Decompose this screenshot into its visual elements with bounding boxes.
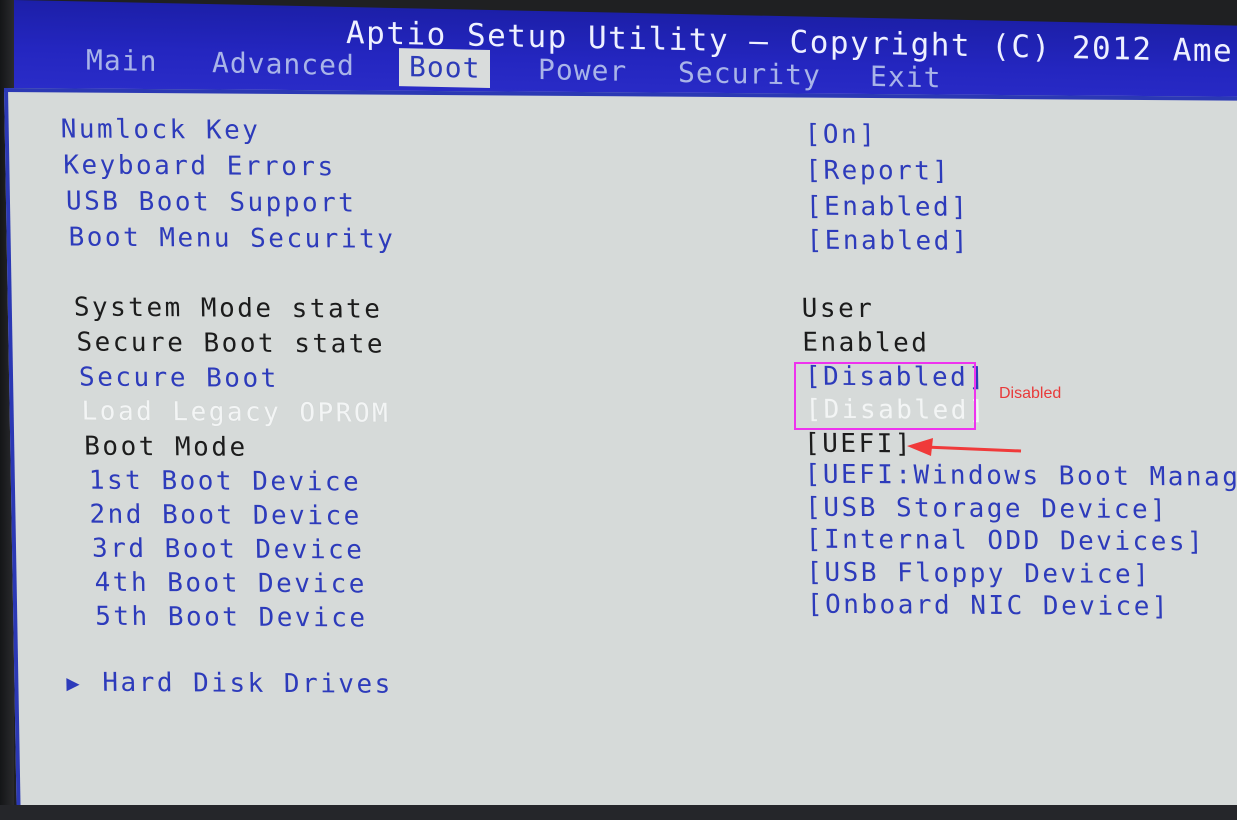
boot-device-5-value[interactable]: [Onboard NIC Device]: [807, 590, 1171, 623]
boot-device-1-value[interactable]: [UEFI:Windows Boot Manage: [804, 460, 1237, 493]
boot-settings-panel: Numlock Key Keyboard Errors USB Boot Sup…: [4, 88, 1237, 820]
system-mode-state-value: User: [801, 293, 875, 325]
boot-device-1-label[interactable]: 1st Boot Device: [89, 466, 362, 498]
boot-device-2-label[interactable]: 2nd Boot Device: [89, 500, 362, 532]
tab-exit[interactable]: Exit: [860, 58, 951, 98]
keyboard-errors-value[interactable]: [Report]: [805, 156, 951, 187]
tab-boot[interactable]: Boot: [399, 48, 491, 88]
tab-power[interactable]: Power: [528, 51, 637, 91]
numlock-key-label[interactable]: Numlock Key: [60, 114, 260, 145]
usb-boot-support-value[interactable]: [Enabled]: [806, 192, 970, 223]
numlock-key-value[interactable]: [On]: [804, 120, 877, 151]
tab-security[interactable]: Security: [668, 54, 831, 95]
annotation-arrow-icon: [907, 438, 1022, 456]
boot-mode-value[interactable]: [UEFI]: [804, 429, 913, 460]
boot-menu-security-label[interactable]: Boot Menu Security: [68, 222, 395, 254]
tab-advanced[interactable]: Advanced: [202, 44, 365, 85]
hard-disk-drives-link[interactable]: Hard Disk Drives: [102, 668, 393, 700]
keyboard-errors-label[interactable]: Keyboard Errors: [63, 150, 336, 182]
system-mode-state-label: System Mode state: [73, 292, 383, 325]
boot-device-4-value[interactable]: [USB Floppy Device]: [806, 558, 1151, 590]
bios-screen: Aptio Setup Utility – Copyright (C) 2012…: [0, 0, 1237, 820]
load-legacy-oprom-label: Load Legacy OPROM: [81, 396, 391, 429]
submenu-triangle-icon: ▶: [66, 671, 83, 697]
secure-boot-state-label: Secure Boot state: [76, 327, 386, 360]
boot-menu-security-value[interactable]: [Enabled]: [806, 226, 970, 257]
boot-device-2-value[interactable]: [USB Storage Device]: [805, 493, 1169, 526]
annotation-label: Disabled: [999, 385, 1062, 402]
boot-device-4-label[interactable]: 4th Boot Device: [94, 568, 367, 600]
secure-boot-state-value: Enabled: [802, 327, 930, 359]
monitor-bezel-bottom: [0, 805, 1237, 820]
boot-mode-label: Boot Mode: [83, 431, 248, 463]
boot-device-5-label[interactable]: 5th Boot Device: [95, 602, 368, 634]
annotation-highlight-box: [794, 362, 976, 430]
secure-boot-label[interactable]: Secure Boot: [79, 363, 279, 394]
boot-device-3-label[interactable]: 3rd Boot Device: [92, 534, 365, 566]
usb-boot-support-label[interactable]: USB Boot Support: [66, 186, 357, 218]
tab-main[interactable]: Main: [76, 41, 167, 81]
boot-device-3-value[interactable]: [Internal ODD Devices]: [806, 525, 1206, 558]
